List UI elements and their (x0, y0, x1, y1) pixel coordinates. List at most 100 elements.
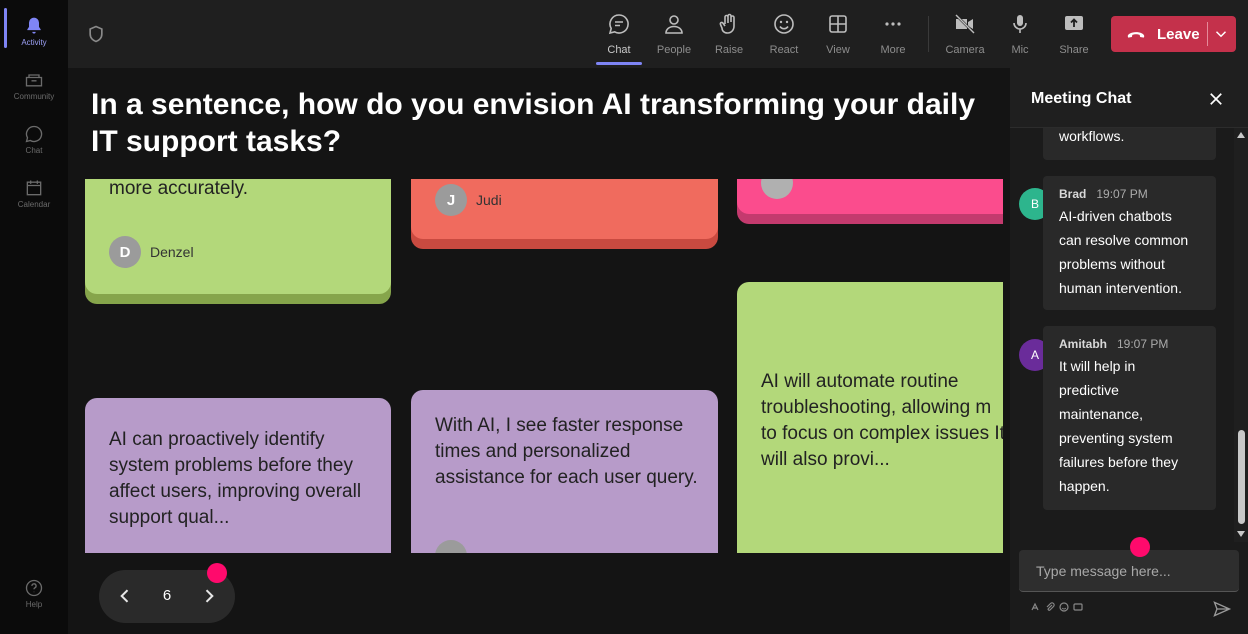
toolbar-share-button[interactable]: Share (1046, 0, 1102, 68)
leave-button[interactable]: Leave (1111, 16, 1236, 52)
toolbar-label: Chat (607, 44, 631, 56)
meeting-toolbar: Chat People Raise React View More Camera (68, 0, 1248, 68)
toolbar-view-button[interactable]: View (810, 0, 866, 68)
scroll-thumb[interactable] (1238, 430, 1245, 524)
send-icon[interactable] (1212, 599, 1232, 619)
pointer-dot (1130, 537, 1150, 557)
avatar (435, 540, 467, 553)
response-board: more accurately. D Denzel J Judi AI can … (68, 179, 1003, 553)
toolbar-label: People (656, 44, 692, 56)
rail-item-activity[interactable]: Activity (0, 8, 68, 60)
format-icon[interactable] (1030, 602, 1040, 612)
rail-item-calendar[interactable]: Calendar (0, 170, 68, 222)
hang-up-icon (1127, 32, 1145, 38)
help-icon (25, 579, 43, 597)
author-name: Judi (476, 192, 502, 208)
toolbar-label: Mic (1011, 44, 1029, 56)
chevron-right-icon[interactable] (199, 586, 219, 606)
avatar-initial: A (1030, 348, 1039, 362)
toolbar-react-button[interactable]: React (756, 0, 812, 68)
emoji-icon[interactable] (1059, 602, 1069, 612)
chat-icon (608, 14, 629, 35)
response-card[interactable]: AI will automate routine troubleshooting… (737, 282, 1003, 553)
poll-question: In a sentence, how do you envision AI tr… (91, 88, 976, 158)
card-author: J Judi (435, 184, 502, 216)
message-text: AI-driven chatbots can resolve common pr… (1059, 204, 1188, 300)
message-line: can resolve common (1059, 232, 1189, 248)
message-line: AI-driven chatbots (1059, 208, 1172, 224)
response-card[interactable] (737, 179, 1003, 224)
message-line: human intervention. (1059, 280, 1182, 296)
attach-icon[interactable] (1045, 602, 1055, 612)
toolbar-label: Camera (945, 44, 985, 56)
mic-icon (1013, 15, 1027, 33)
chevron-left-icon[interactable] (115, 586, 135, 606)
share-screen-icon (1065, 16, 1083, 30)
toolbar-camera-button[interactable]: Camera (937, 0, 993, 68)
sender-name: Brad (1059, 187, 1087, 201)
response-card[interactable]: more accurately. D Denzel (85, 179, 391, 304)
toolbar-label: Share (1059, 44, 1089, 56)
toolbar-raise-button[interactable]: Raise (701, 0, 757, 68)
message-input[interactable] (1019, 550, 1239, 592)
message-line: It will help in (1059, 358, 1136, 374)
rail-item-help[interactable]: Help (0, 570, 68, 622)
scroll-up-arrow[interactable] (1237, 132, 1245, 138)
author-name: Denzel (150, 244, 194, 260)
message-time: 19:07 PM (1117, 337, 1169, 351)
leave-label: Leave (1157, 25, 1200, 43)
avatar: D (109, 236, 141, 268)
response-card[interactable]: J Judi (411, 179, 718, 249)
card-face: J Judi (411, 179, 718, 239)
message-line: preventing system (1059, 430, 1173, 446)
card-text: more accurately. (109, 179, 249, 199)
leave-divider (1207, 22, 1208, 46)
more-icon (885, 22, 901, 26)
message-line: predictive (1059, 382, 1119, 398)
chat-icon (25, 125, 43, 143)
response-card[interactable]: AI can proactively identify system probl… (85, 398, 391, 553)
raise-hand-icon (719, 13, 735, 34)
rail-item-chat[interactable]: Chat (0, 116, 68, 168)
message-line: maintenance, (1059, 406, 1144, 422)
card-text: AI can proactively identify system probl… (109, 429, 362, 528)
message-meta: Amitabh 19:07 PM (1059, 337, 1168, 351)
card-author (761, 179, 802, 199)
toolbar-mic-button[interactable]: Mic (992, 0, 1048, 68)
sender-name: Amitabh (1059, 337, 1107, 351)
chat-compose-box (1019, 550, 1239, 592)
toolbar-chat-button[interactable]: Chat (591, 0, 647, 68)
rail-item-label: Activity (21, 38, 47, 47)
avatar (761, 179, 793, 199)
close-icon[interactable] (1207, 90, 1225, 108)
toolbar-label: Raise (714, 44, 744, 56)
chat-header: Meeting Chat (1010, 68, 1248, 128)
rail-item-label: Help (25, 600, 43, 609)
rail-item-community[interactable]: Community (0, 62, 68, 114)
avatar: J (435, 184, 467, 216)
smile-icon (774, 14, 794, 34)
message-line: happen. (1059, 478, 1110, 494)
response-card[interactable]: With AI, I see faster response times and… (411, 390, 718, 553)
gif-icon[interactable] (1073, 602, 1083, 612)
avatar-initial: B (1030, 197, 1039, 211)
chat-message: Brad 19:07 PM AI-driven chatbots can reso… (1043, 176, 1216, 310)
card-text: With AI, I see faster response times and… (435, 415, 698, 488)
card-author (435, 540, 476, 553)
pointer-dot (207, 563, 227, 583)
card-face (737, 179, 1003, 214)
toolbar-more-button[interactable]: More (865, 0, 921, 68)
scroll-down-arrow[interactable] (1237, 531, 1245, 537)
toolbar-label: React (769, 44, 799, 56)
toolbar-people-button[interactable]: People (646, 0, 702, 68)
chat-scrollbar[interactable] (1234, 128, 1248, 542)
shield-icon[interactable] (86, 24, 106, 44)
people-icon (665, 15, 683, 34)
calendar-icon (26, 180, 42, 196)
meeting-app: Activity Community Chat Calendar Help Ch… (0, 0, 1248, 634)
chevron-down-icon[interactable] (1212, 25, 1230, 43)
chat-message: Amitabh 19:07 PM It will help in predicti… (1043, 326, 1216, 510)
community-icon (25, 74, 43, 87)
app-rail: Activity Community Chat Calendar Help (0, 0, 68, 634)
meeting-chat-panel: Meeting Chat workflows. B Brad 19:07 PM A… (1010, 68, 1248, 634)
